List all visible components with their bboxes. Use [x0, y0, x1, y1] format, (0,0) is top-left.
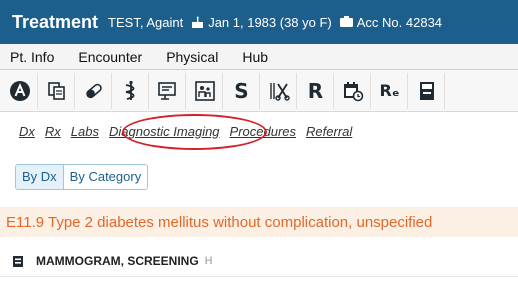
s-icon[interactable]: S: [224, 72, 260, 109]
page-title: Treatment: [12, 11, 99, 32]
pill-icon[interactable]: [76, 72, 112, 109]
account-number: Acc No. 42834: [356, 14, 443, 30]
order-flag: H: [204, 255, 213, 267]
link-rx[interactable]: Rx: [45, 124, 61, 139]
order-type-links: Dx Rx Labs Diagnostic Imaging Procedures…: [0, 112, 518, 150]
id-card-icon: [339, 16, 353, 27]
r-glyph: R: [307, 78, 324, 103]
diagnosis-text: E11.9 Type 2 diabetes mellitus without c…: [6, 213, 433, 231]
menu-bar: Pt. Info Encounter Physical Hub: [0, 44, 518, 70]
patient-name[interactable]: TEST, Againt: [108, 15, 183, 30]
calendar-icon[interactable]: [335, 72, 371, 109]
r-icon[interactable]: R: [298, 72, 334, 109]
dob-text: Jan 1, 1983 (38 yo F): [208, 14, 332, 30]
order-row[interactable]: MAMMOGRAM, SCREENING H: [0, 248, 518, 274]
re-icon[interactable]: Rₑ: [372, 72, 408, 109]
scissors-icon[interactable]: [261, 72, 297, 109]
menu-physical[interactable]: Physical: [166, 49, 218, 65]
toggle-by-dx[interactable]: By Dx: [16, 165, 64, 189]
link-labs[interactable]: Labs: [71, 124, 99, 139]
diagnosis-header[interactable]: E11.9 Type 2 diabetes mellitus without c…: [0, 207, 518, 237]
family-icon[interactable]: [187, 72, 223, 109]
birthday-cake-icon: [192, 16, 204, 28]
s-glyph: S: [234, 78, 249, 103]
a-circle-icon[interactable]: [2, 72, 38, 109]
link-procedures[interactable]: Procedures: [230, 124, 296, 139]
link-diagnostic-imaging[interactable]: Diagnostic Imaging: [109, 124, 220, 139]
view-toggle: By Dx By Category: [15, 164, 149, 190]
row-divider: [0, 276, 518, 277]
link-referral[interactable]: Referral: [306, 124, 352, 139]
menu-hub[interactable]: Hub: [242, 49, 268, 65]
menu-pt-info[interactable]: Pt. Info: [10, 49, 54, 65]
monitor-icon[interactable]: [150, 72, 186, 109]
copy-icon[interactable]: [39, 72, 75, 109]
re-glyph: Rₑ: [379, 81, 400, 100]
link-dx[interactable]: Dx: [19, 124, 35, 139]
title-bar: Treatment TEST, Againt Jan 1, 1983 (38 y…: [0, 0, 518, 44]
caduceus-icon[interactable]: [113, 72, 149, 109]
account-info: Acc No. 42834: [339, 14, 443, 30]
print-icon[interactable]: [409, 72, 445, 109]
dob-info: Jan 1, 1983 (38 yo F): [191, 15, 332, 30]
toolbar: S R Rₑ: [0, 70, 518, 112]
order-name: MAMMOGRAM, SCREENING: [36, 254, 199, 268]
toggle-by-category[interactable]: By Category: [63, 165, 148, 189]
order-icon: [13, 255, 23, 267]
menu-encounter[interactable]: Encounter: [78, 49, 142, 65]
